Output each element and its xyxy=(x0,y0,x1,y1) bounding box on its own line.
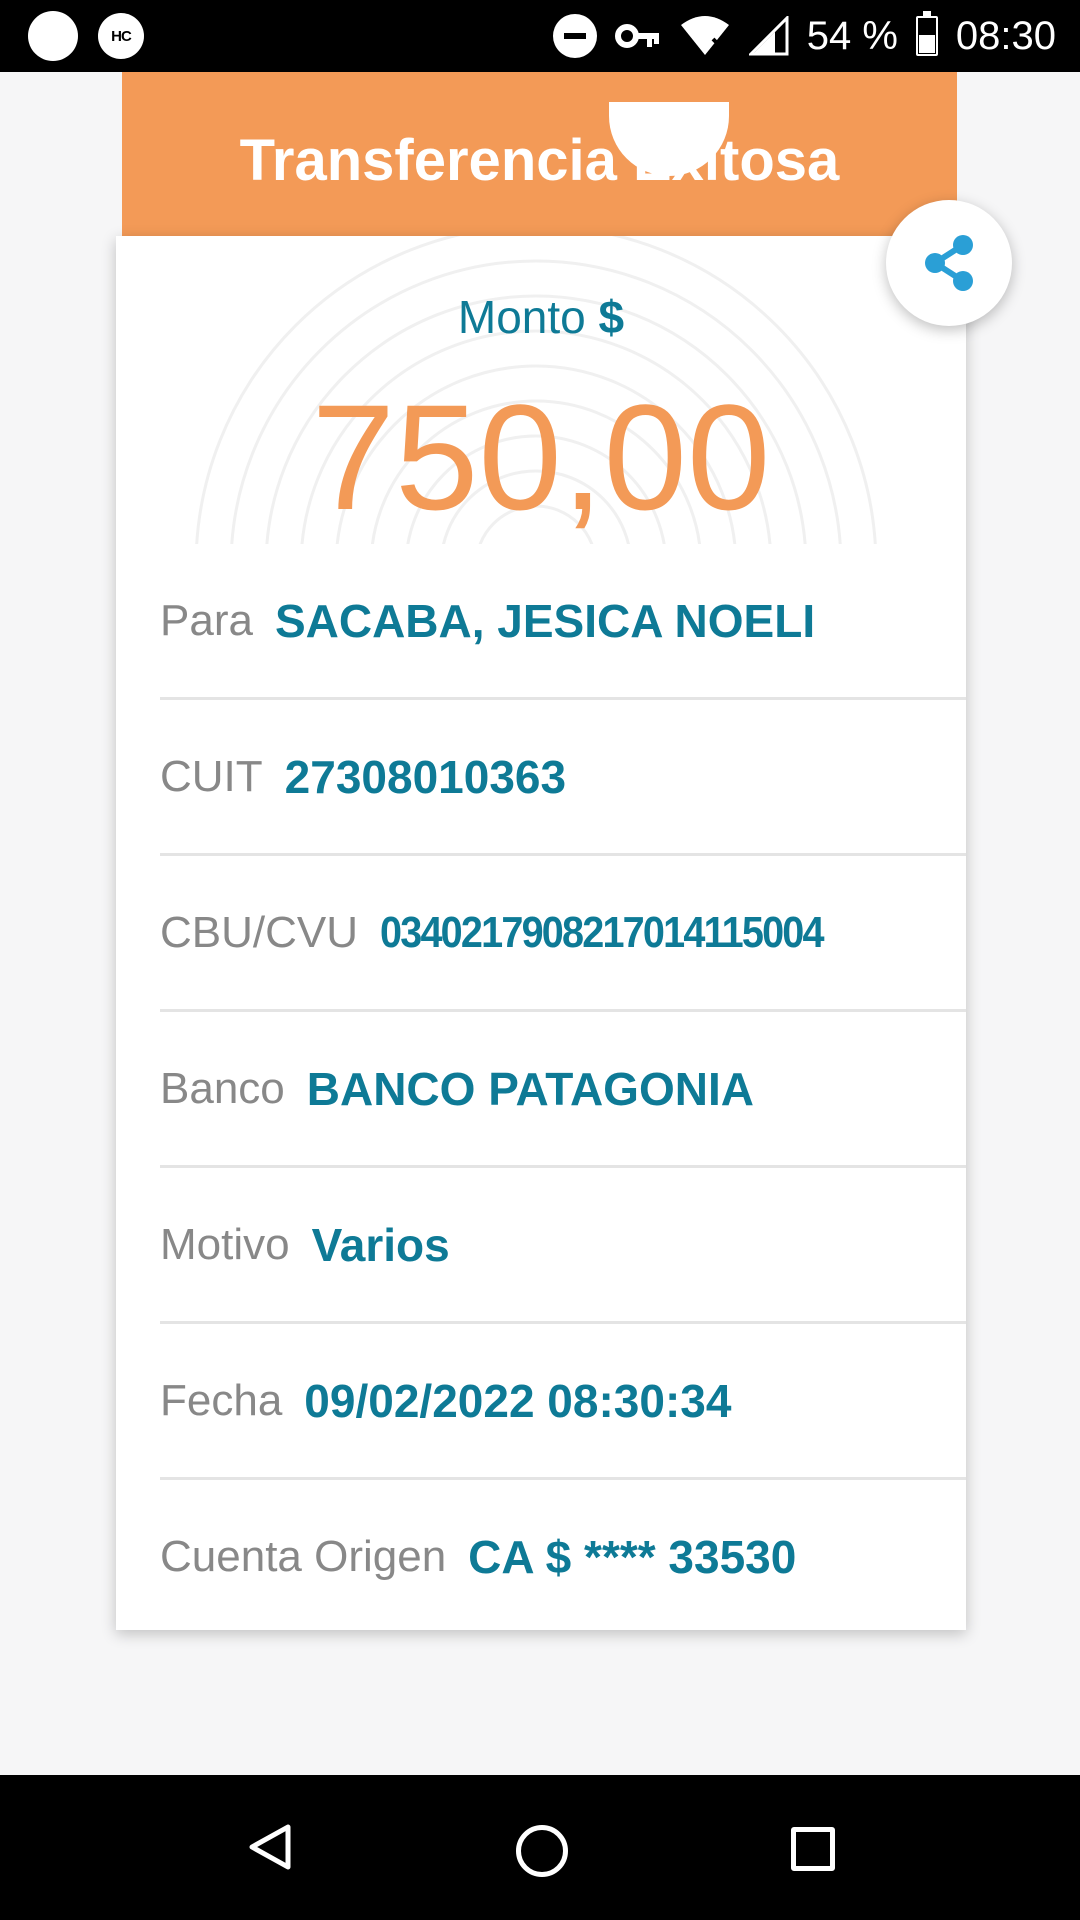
home-icon[interactable] xyxy=(516,1825,568,1877)
detail-row-cbu: CBU/CVU 0340217908217014115004 xyxy=(160,856,966,1012)
detail-label: CUIT xyxy=(160,751,263,801)
detail-row-fecha: Fecha 09/02/2022 08:30:34 xyxy=(160,1324,966,1480)
success-header: Transferencia Exitosa xyxy=(122,72,957,236)
detail-row-para: Para SACABA, JESICA NOELI xyxy=(160,544,966,700)
detail-label: Motivo xyxy=(160,1219,290,1269)
status-bar: HC 54 % 08:30 xyxy=(0,0,1080,72)
back-icon[interactable] xyxy=(248,1823,292,1871)
signal-icon xyxy=(748,16,789,56)
detail-row-cuit: CUIT 27308010363 xyxy=(160,700,966,856)
amount-currency: $ xyxy=(598,291,625,343)
detail-value: Varios xyxy=(311,1218,450,1271)
detail-row-motivo: Motivo Varios xyxy=(160,1168,966,1324)
detail-label: Para xyxy=(160,595,253,645)
detail-row-cuenta-origen: Cuenta Origen CA $ **** 33530 xyxy=(160,1480,966,1633)
receipt-card: Monto $ 750,00 Para SACABA, JESICA NOELI… xyxy=(116,236,966,1630)
share-button[interactable] xyxy=(886,200,1012,326)
recents-icon[interactable] xyxy=(791,1827,835,1871)
battery-percent: 54 % xyxy=(806,13,898,58)
dnd-icon xyxy=(552,14,597,58)
detail-value: CA $ **** 33530 xyxy=(468,1530,797,1583)
vpn-key-icon xyxy=(614,24,659,48)
detail-row-banco: Banco BANCO PATAGONIA xyxy=(160,1012,966,1168)
share-icon xyxy=(925,235,973,291)
detail-label: Cuenta Origen xyxy=(160,1531,447,1581)
transfer-details: Para SACABA, JESICA NOELI CUIT 273080103… xyxy=(160,544,966,1633)
detail-label: Fecha xyxy=(160,1375,283,1425)
wifi-icon xyxy=(680,16,729,55)
hc-badge-icon: HC xyxy=(98,13,144,59)
detail-label: Banco xyxy=(160,1063,285,1113)
detail-value: 09/02/2022 08:30:34 xyxy=(304,1374,732,1427)
clock: 08:30 xyxy=(955,13,1056,58)
battery-icon xyxy=(915,11,938,56)
detail-value: SACABA, JESICA NOELI xyxy=(274,594,816,647)
amount-label: Monto $ xyxy=(116,290,966,344)
navigation-bar xyxy=(0,1775,1080,1920)
notification-dot-icon xyxy=(28,11,78,61)
detail-label: CBU/CVU xyxy=(160,907,359,957)
page-title: Transferencia Exitosa xyxy=(239,128,840,193)
amount-value: 750,00 xyxy=(311,373,771,541)
detail-value: BANCO PATAGONIA xyxy=(306,1062,754,1115)
amount-label-text: Monto xyxy=(457,291,586,343)
detail-value: 27308010363 xyxy=(284,750,567,803)
amount-section: Monto $ 750,00 xyxy=(116,236,966,544)
detail-value: 0340217908217014115004 xyxy=(380,907,825,957)
